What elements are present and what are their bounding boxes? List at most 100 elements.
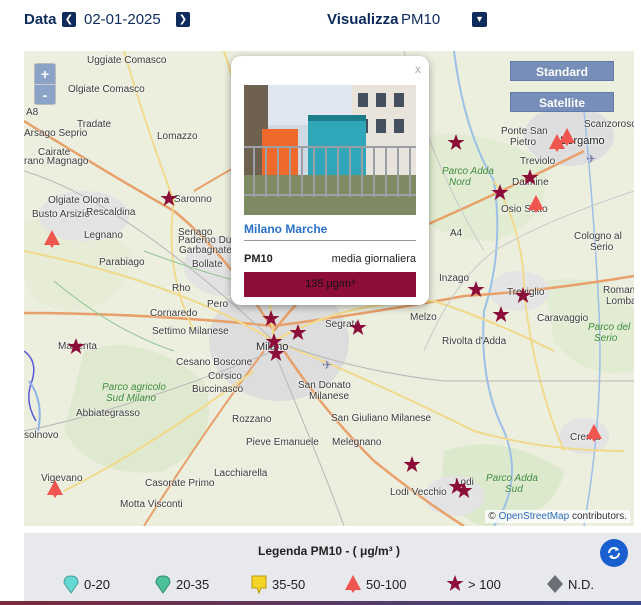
next-day-button[interactable]: ❯ xyxy=(176,12,190,27)
place-label: A8 xyxy=(26,107,39,118)
station-marker-star[interactable] xyxy=(267,344,285,364)
station-marker-star[interactable] xyxy=(160,189,178,209)
visualizza-label: Visualizza xyxy=(327,11,399,28)
place-label: Rozzano xyxy=(232,414,272,425)
pollutant-dropdown-button[interactable]: ▼ xyxy=(472,12,487,27)
place-label: Rivolta d'Adda xyxy=(442,336,507,347)
legend-label: 0-20 xyxy=(84,577,111,592)
station-marker-triangle[interactable] xyxy=(46,479,64,499)
place-label: Cologno al xyxy=(574,231,622,242)
place-label: Casorate Primo xyxy=(145,478,215,489)
station-marker-star[interactable] xyxy=(521,168,539,188)
station-popup: x Milano Marche PM10 media giornaliera 1… xyxy=(231,56,429,305)
place-label: Cesano Boscone xyxy=(176,357,253,368)
place-label: Arsago Seprio xyxy=(24,128,88,139)
place-label: Lodi Vecchio xyxy=(390,487,447,498)
station-marker-star[interactable] xyxy=(467,280,485,300)
place-label: Lacchiarella xyxy=(214,468,268,479)
zoom-out-button[interactable]: - xyxy=(35,84,55,104)
satellite-layer-button[interactable]: Satellite xyxy=(510,92,614,112)
place-label: Treviolo xyxy=(520,156,556,167)
place-label: Cornaredo xyxy=(150,308,198,319)
place-label: A4 xyxy=(450,228,463,239)
place-label: Ponte San xyxy=(501,126,548,137)
legend-label: N.D. xyxy=(568,577,594,592)
map-view[interactable]: ✈ ✈ Uggiate Comasco Olgiate Comasco Tradat… xyxy=(24,51,634,526)
place-label: Serio xyxy=(590,242,614,253)
place-label: Buccinasco xyxy=(192,384,244,395)
zoom-in-button[interactable]: + xyxy=(35,64,55,84)
station-marker-triangle[interactable] xyxy=(585,423,603,443)
station-marker-star[interactable] xyxy=(289,323,307,343)
legend-label: > 100 xyxy=(468,577,501,592)
chevron-down-icon: ▼ xyxy=(475,14,484,24)
attribution-suffix: contributors. xyxy=(571,511,627,522)
place-label: Serio xyxy=(594,333,618,344)
popup-close-button[interactable]: x xyxy=(415,62,421,76)
square-pin-icon xyxy=(251,575,267,594)
station-marker-star[interactable] xyxy=(67,337,85,357)
drop-icon xyxy=(63,575,79,594)
place-label: Olgiate Olona xyxy=(48,195,110,206)
legend-label: 35-50 xyxy=(272,577,306,592)
place-label: Olgiate Comasco xyxy=(68,84,145,95)
place-label: solnovo xyxy=(24,430,59,441)
popup-value-badge: 135 μg/m³ xyxy=(244,272,416,297)
place-label: Rho xyxy=(172,283,191,294)
place-label: Rescaldina xyxy=(86,207,136,218)
station-marker-star[interactable] xyxy=(491,183,509,203)
openstreetmap-link[interactable]: OpenStreetMap xyxy=(499,511,570,522)
place-label: Lombar xyxy=(606,296,634,307)
place-label: Parabiago xyxy=(99,257,145,268)
refresh-button[interactable] xyxy=(600,539,628,567)
zoom-control: + - xyxy=(34,63,56,105)
station-marker-star[interactable] xyxy=(514,286,532,306)
station-name-link[interactable]: Milano Marche xyxy=(244,222,327,236)
legend-label: 50-100 xyxy=(366,577,407,592)
place-label: Bollate xyxy=(192,259,223,270)
legend-panel: Legenda PM10 - ( μg/m³ ) 0-20 20-35 35-5… xyxy=(24,533,641,605)
place-label: Sud Milano xyxy=(106,393,157,404)
prev-day-button[interactable]: ❮ xyxy=(62,12,76,27)
station-marker-triangle[interactable] xyxy=(527,194,545,214)
station-marker-triangle[interactable] xyxy=(43,229,61,249)
diamond-icon xyxy=(547,575,563,593)
station-marker-star[interactable] xyxy=(349,318,367,338)
place-label: Abbiategrasso xyxy=(76,408,140,419)
place-label: Corsico xyxy=(208,371,242,382)
place-label: Pietro xyxy=(510,137,537,148)
copyright-symbol: © xyxy=(488,511,496,522)
refresh-icon xyxy=(608,547,620,559)
station-marker-triangle[interactable] xyxy=(558,127,576,147)
place-label: Nord xyxy=(449,177,471,188)
place-label: San Giuliano Milanese xyxy=(331,413,432,424)
place-label: Melegnano xyxy=(332,437,382,448)
station-marker-star[interactable] xyxy=(447,133,465,153)
svg-text:✈: ✈ xyxy=(322,358,332,372)
place-label: Sud xyxy=(505,484,523,495)
station-marker-star[interactable] xyxy=(492,305,510,325)
pollutant-select-value[interactable]: PM10 xyxy=(401,11,440,28)
star-icon xyxy=(446,575,464,591)
popup-divider xyxy=(244,240,416,241)
place-label: Lomazzo xyxy=(157,131,198,142)
place-label: Motta Visconti xyxy=(120,499,183,510)
date-value[interactable]: 02-01-2025 xyxy=(84,11,161,28)
place-label: Scanzorosciate xyxy=(584,119,634,130)
place-label: Uggiate Comasco xyxy=(87,55,167,66)
place-label: San Donato xyxy=(298,380,351,391)
popup-measure-type: media giornaliera xyxy=(331,253,416,265)
place-label: Parco Adda xyxy=(486,473,538,484)
station-marker-star[interactable] xyxy=(455,481,473,501)
place-label: Parco Adda xyxy=(442,166,494,177)
station-photo xyxy=(244,85,416,215)
standard-layer-button[interactable]: Standard xyxy=(510,61,614,81)
station-marker-star[interactable] xyxy=(403,455,421,475)
legend-title: Legenda PM10 - ( μg/m³ ) xyxy=(257,544,401,558)
place-label: Senago xyxy=(178,227,213,238)
station-marker-star[interactable] xyxy=(262,309,280,329)
place-label: Pieve Emanuele xyxy=(246,437,319,448)
place-label: Milanese xyxy=(309,391,350,402)
place-label: Pero xyxy=(207,299,229,310)
chevron-right-icon: ❯ xyxy=(178,14,188,25)
